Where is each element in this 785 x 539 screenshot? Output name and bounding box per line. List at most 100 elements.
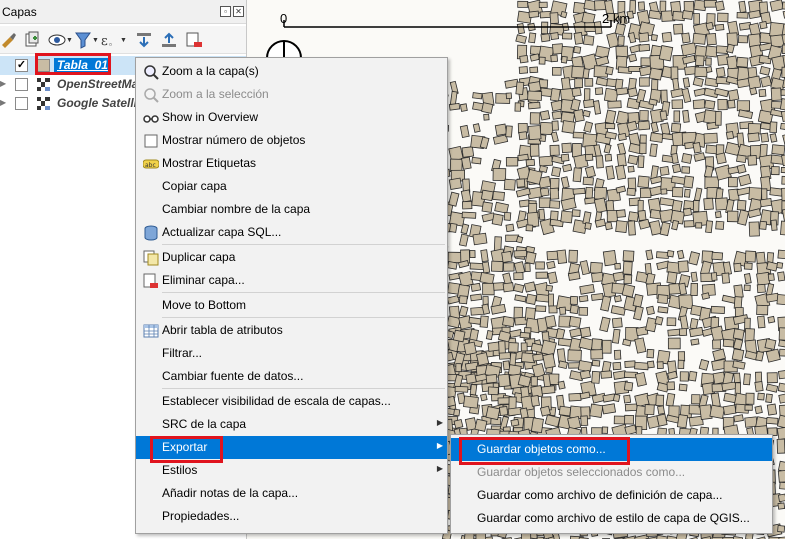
building-footprint: [765, 393, 773, 404]
building-footprint: [705, 220, 714, 234]
menu-item-update-sql[interactable]: Actualizar capa SQL...: [136, 221, 447, 244]
building-footprint: [546, 250, 559, 261]
menu-item-layer-crs[interactable]: SRC de la capa ▶: [136, 413, 447, 436]
expand-arrow-icon[interactable]: ▶: [0, 79, 6, 88]
menu-item-copy-layer[interactable]: Copiar capa: [136, 175, 447, 198]
submenu-item-save-layer-definition[interactable]: Guardar como archivo de definición de ca…: [451, 484, 772, 507]
building-footprint: [494, 201, 509, 214]
submenu-item-save-qgis-style[interactable]: Guardar como archivo de estilo de capa d…: [451, 507, 772, 530]
building-footprint: [460, 189, 472, 203]
filter-dropdown-icon[interactable]: ▼: [92, 37, 99, 44]
submenu-arrow-icon: ▶: [436, 418, 443, 427]
building-footprint: [743, 273, 752, 285]
expand-all-icon[interactable]: [135, 31, 153, 49]
building-footprint: [714, 211, 722, 219]
building-footprint: [582, 211, 592, 225]
style-panel-icon[interactable]: [0, 31, 18, 49]
building-footprint: [551, 120, 559, 131]
submenu-arrow-icon: ▶: [436, 441, 443, 450]
building-footprint: [767, 315, 776, 324]
building-footprint: [518, 131, 528, 141]
table-icon: [143, 323, 159, 339]
menu-item-move-to-bottom[interactable]: Move to Bottom: [136, 294, 447, 317]
building-footprint: [671, 99, 684, 110]
layer-visibility-checkbox[interactable]: [15, 97, 28, 110]
menu-item-label: Cambiar nombre de la capa: [162, 202, 311, 216]
building-footprint: [538, 208, 546, 221]
building-footprint: [474, 418, 488, 432]
menu-item-label: Abrir tabla de atributos: [162, 323, 283, 337]
menu-separator: [162, 388, 445, 389]
collapse-all-icon[interactable]: [160, 31, 178, 49]
building-footprint: [525, 158, 536, 167]
building-footprint: [683, 188, 691, 198]
building-footprint: [684, 141, 695, 150]
building-footprint: [528, 81, 542, 93]
database-icon: [143, 225, 159, 241]
menu-item-duplicate-layer[interactable]: Duplicar capa: [136, 246, 447, 269]
highlight-box-save-features: [459, 437, 630, 465]
menu-item-label: Mostrar número de objetos: [162, 133, 306, 147]
building-footprint: [585, 186, 594, 199]
building-footprint: [527, 101, 541, 110]
menu-item-show-labels[interactable]: abc Mostrar Etiquetas: [136, 152, 447, 175]
zoom-selection-icon: [143, 87, 159, 103]
add-group-icon[interactable]: [23, 31, 41, 49]
building-footprint: [710, 272, 718, 281]
building-footprint: [470, 282, 482, 292]
building-footprint: [673, 110, 681, 123]
building-footprint: [726, 210, 739, 223]
visibility-icon[interactable]: [48, 31, 66, 49]
building-footprint: [579, 283, 595, 295]
menu-item-properties[interactable]: Propiedades...: [136, 505, 447, 528]
menu-item-label: Actualizar capa SQL...: [162, 225, 282, 239]
building-footprint: [548, 305, 558, 314]
menu-item-rename-layer[interactable]: Cambiar nombre de la capa: [136, 198, 447, 221]
layer-visibility-checkbox[interactable]: ✓: [15, 59, 28, 72]
building-footprint: [666, 249, 675, 258]
building-footprint: [595, 155, 604, 169]
building-footprint: [469, 383, 478, 396]
menu-item-add-layer-notes[interactable]: Añadir notas de la capa...: [136, 482, 447, 505]
building-footprint: [648, 98, 658, 106]
menu-item-zoom-selection[interactable]: Zoom a la selección: [136, 83, 447, 106]
building-footprint: [766, 403, 778, 416]
building-footprint: [459, 103, 468, 112]
menu-item-label: Mostrar Etiquetas: [162, 156, 257, 170]
menu-item-show-feature-count[interactable]: Mostrar número de objetos: [136, 129, 447, 152]
raster-tile-icon: [37, 78, 50, 91]
menu-item-scale-visibility[interactable]: Establecer visibilidad de escala de capa…: [136, 390, 447, 413]
building-footprint: [470, 293, 483, 302]
menu-item-remove-layer[interactable]: Eliminar capa...: [136, 269, 447, 292]
menu-item-open-attribute-table[interactable]: Abrir tabla de atributos: [136, 319, 447, 342]
building-footprint: [572, 143, 582, 158]
menu-item-show-overview[interactable]: Show in Overview: [136, 106, 447, 129]
building-footprint: [497, 373, 511, 388]
building-footprint: [627, 211, 640, 223]
expression-dropdown-icon[interactable]: ▼: [120, 37, 127, 44]
building-footprint: [505, 125, 513, 138]
building-footprint: [733, 296, 743, 310]
layer-visibility-checkbox[interactable]: [15, 78, 28, 91]
building-footprint: [634, 361, 649, 371]
building-footprint: [679, 315, 689, 331]
building-footprint: [503, 211, 512, 221]
close-panel-icon[interactable]: ✕: [233, 6, 244, 17]
menu-item-filter[interactable]: Filtrar...: [136, 342, 447, 365]
menu-item-zoom-layer[interactable]: Zoom a la capa(s): [136, 60, 447, 83]
building-footprint: [560, 176, 570, 189]
building-footprint: [689, 317, 699, 330]
remove-layer-toolbar-icon[interactable]: [185, 31, 203, 49]
expression-filter-icon[interactable]: ε ▫: [100, 31, 118, 49]
visibility-dropdown-icon[interactable]: ▼: [66, 37, 73, 44]
expand-arrow-icon[interactable]: ▶: [0, 98, 6, 107]
building-footprint: [517, 374, 532, 388]
menu-item-change-data-source[interactable]: Cambiar fuente de datos...: [136, 365, 447, 388]
float-panel-icon[interactable]: ▫: [220, 6, 231, 17]
building-footprint: [540, 339, 557, 357]
building-footprint: [666, 271, 678, 285]
panel-title-bar: Capas ▫ ✕: [0, 0, 246, 24]
filter-legend-icon[interactable]: [74, 31, 92, 49]
menu-item-label: Zoom a la selección: [162, 87, 269, 101]
building-footprint: [681, 87, 692, 104]
